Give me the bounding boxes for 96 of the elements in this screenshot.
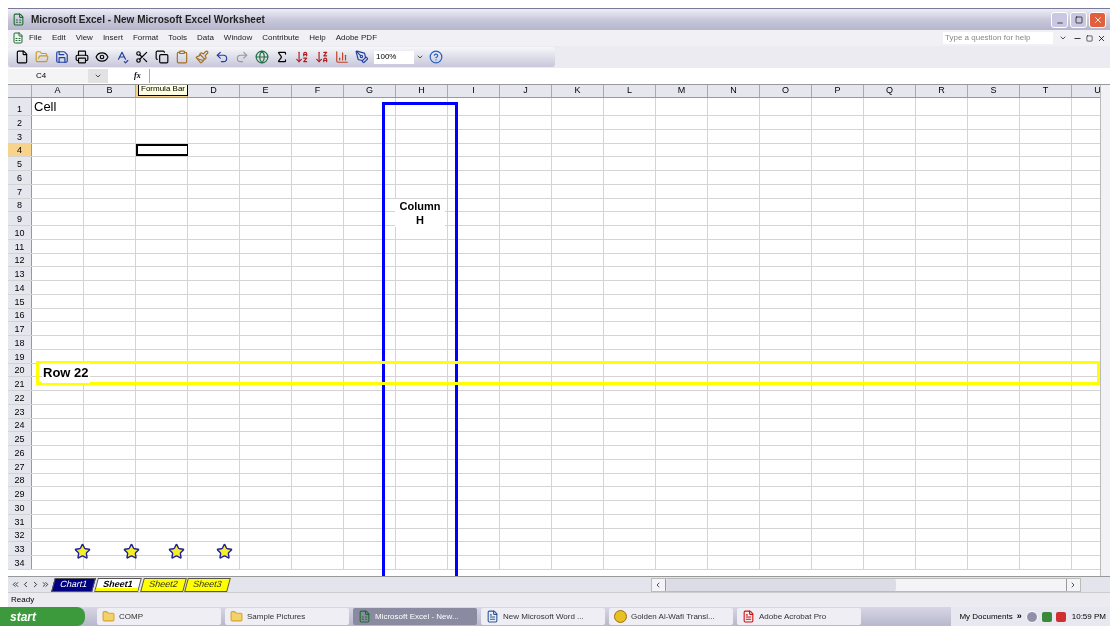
column-header[interactable]: K bbox=[552, 85, 604, 97]
folder-icon bbox=[230, 610, 243, 623]
taskbar-button[interactable]: Golden Al-Wafi Transl... bbox=[609, 608, 733, 625]
row-header[interactable]: 29 bbox=[8, 487, 32, 500]
row-header[interactable]: 6 bbox=[8, 171, 32, 184]
sheet-tab[interactable]: Sheet2 bbox=[139, 577, 186, 592]
row-header[interactable]: 1 bbox=[8, 98, 32, 115]
document-icon bbox=[486, 610, 499, 623]
column-header[interactable]: S bbox=[968, 85, 1020, 97]
toolbar-label: My Documents bbox=[959, 610, 1013, 623]
star-icon bbox=[216, 543, 233, 560]
more-button[interactable]: » bbox=[1016, 609, 1022, 624]
restore-button[interactable] bbox=[1070, 11, 1087, 28]
zoom-field[interactable]: 100% bbox=[374, 50, 414, 64]
function-button[interactable]: fx bbox=[134, 70, 141, 82]
menu-item[interactable]: View bbox=[70, 32, 98, 44]
sheet-tab[interactable]: Chart1 bbox=[51, 577, 96, 592]
document-icon[interactable] bbox=[12, 32, 24, 44]
menu-item[interactable]: Tools bbox=[163, 32, 192, 44]
folder-icon bbox=[102, 610, 115, 623]
star-icon bbox=[168, 543, 185, 560]
restore-icon[interactable] bbox=[1086, 34, 1093, 42]
menu-item[interactable]: Data bbox=[191, 32, 219, 44]
star-icon bbox=[74, 543, 91, 560]
row-header[interactable]: 14 bbox=[8, 281, 32, 294]
vertical-scrollbar[interactable] bbox=[1100, 85, 1110, 576]
menu-item[interactable]: File bbox=[24, 32, 47, 44]
start-button[interactable]: start bbox=[0, 607, 85, 626]
first-sheet-icon[interactable] bbox=[11, 580, 20, 589]
column-header[interactable]: R bbox=[916, 85, 968, 97]
taskbar-button[interactable]: New Microsoft Word ... bbox=[481, 608, 605, 625]
annotation-label: Column H bbox=[395, 199, 445, 227]
help-search-field[interactable]: Type a question for help bbox=[943, 32, 1053, 44]
row-header[interactable]: 26 bbox=[8, 446, 32, 459]
menu-item[interactable]: Adobe PDF bbox=[330, 32, 383, 44]
row-header[interactable]: 17 bbox=[8, 322, 32, 335]
column-header[interactable]: M bbox=[656, 85, 708, 97]
column-header[interactable]: D bbox=[188, 85, 240, 97]
window-title: Microsoft Excel - New Microsoft Excel Worksheet bbox=[31, 13, 265, 27]
row-header[interactable]: 21 bbox=[8, 377, 32, 390]
column-header[interactable]: T bbox=[1020, 85, 1072, 97]
restore-icon bbox=[1074, 15, 1083, 24]
row-header[interactable]: 33 bbox=[8, 542, 32, 555]
status-text: Ready bbox=[11, 594, 35, 606]
column-header[interactable]: I bbox=[448, 85, 500, 97]
row-header[interactable]: 18 bbox=[8, 336, 32, 349]
menu-item[interactable]: Contribute bbox=[257, 32, 305, 44]
menu-item[interactable]: Format bbox=[127, 32, 164, 44]
name-box[interactable]: C4 bbox=[8, 69, 88, 83]
spreadsheet-icon bbox=[358, 610, 371, 623]
menu-item[interactable]: Insert bbox=[97, 32, 128, 44]
annotation-label: Row 22 bbox=[42, 363, 90, 383]
row-header[interactable]: 13 bbox=[8, 267, 32, 280]
row-header[interactable]: 9 bbox=[8, 212, 32, 225]
taskbar-button[interactable]: COMP bbox=[97, 608, 221, 625]
row-header[interactable]: 10 bbox=[8, 226, 32, 239]
app-icon bbox=[12, 13, 25, 26]
close-icon[interactable] bbox=[1097, 33, 1106, 43]
row-header[interactable]: 5 bbox=[8, 157, 32, 170]
column-header[interactable]: N bbox=[708, 85, 760, 97]
sheet-tab[interactable]: Sheet3 bbox=[184, 577, 231, 592]
row-header[interactable]: 30 bbox=[8, 501, 32, 514]
column-header[interactable]: Q bbox=[864, 85, 916, 97]
clock: 10:59 PM bbox=[1071, 610, 1106, 623]
column-header[interactable]: J bbox=[500, 85, 552, 97]
row-header[interactable]: 22 bbox=[8, 391, 32, 404]
last-sheet-icon[interactable] bbox=[41, 580, 50, 589]
menu-item[interactable]: Help bbox=[304, 32, 331, 44]
next-sheet-icon[interactable] bbox=[31, 580, 40, 589]
pdf-icon bbox=[742, 610, 755, 623]
taskbar-button[interactable]: Sample Pictures bbox=[225, 608, 349, 625]
sheet-tab[interactable]: Sheet1 bbox=[94, 577, 142, 592]
menu-item[interactable]: Edit bbox=[46, 32, 71, 44]
column-header[interactable]: H bbox=[396, 85, 448, 97]
column-header[interactable]: O bbox=[760, 85, 812, 97]
column-header[interactable]: E bbox=[240, 85, 292, 97]
cell: Cell bbox=[32, 98, 84, 115]
column-header[interactable]: A bbox=[32, 85, 84, 97]
close-icon bbox=[1092, 14, 1103, 25]
column-header[interactable]: P bbox=[812, 85, 864, 97]
row-header[interactable]: 34 bbox=[8, 556, 32, 569]
row-header[interactable]: 25 bbox=[8, 432, 32, 445]
column-header[interactable]: L bbox=[604, 85, 656, 97]
horizontal-scroll-thumb[interactable] bbox=[665, 578, 896, 591]
horizontal-scrollbar[interactable] bbox=[650, 577, 1081, 592]
previous-sheet-icon[interactable] bbox=[21, 580, 30, 589]
active-cell[interactable] bbox=[136, 143, 188, 157]
column-header[interactable]: F bbox=[292, 85, 344, 97]
close-button[interactable] bbox=[1089, 11, 1106, 28]
taskbar-button[interactable]: Adobe Acrobat Pro bbox=[737, 608, 861, 625]
menu-item[interactable]: Window bbox=[218, 32, 258, 44]
star-icon bbox=[123, 543, 140, 560]
column-header[interactable]: Formula Bar bbox=[136, 85, 188, 97]
row-header[interactable]: 2 bbox=[8, 116, 32, 129]
minimize-button[interactable] bbox=[1051, 11, 1068, 28]
column-header[interactable]: G bbox=[344, 85, 396, 97]
